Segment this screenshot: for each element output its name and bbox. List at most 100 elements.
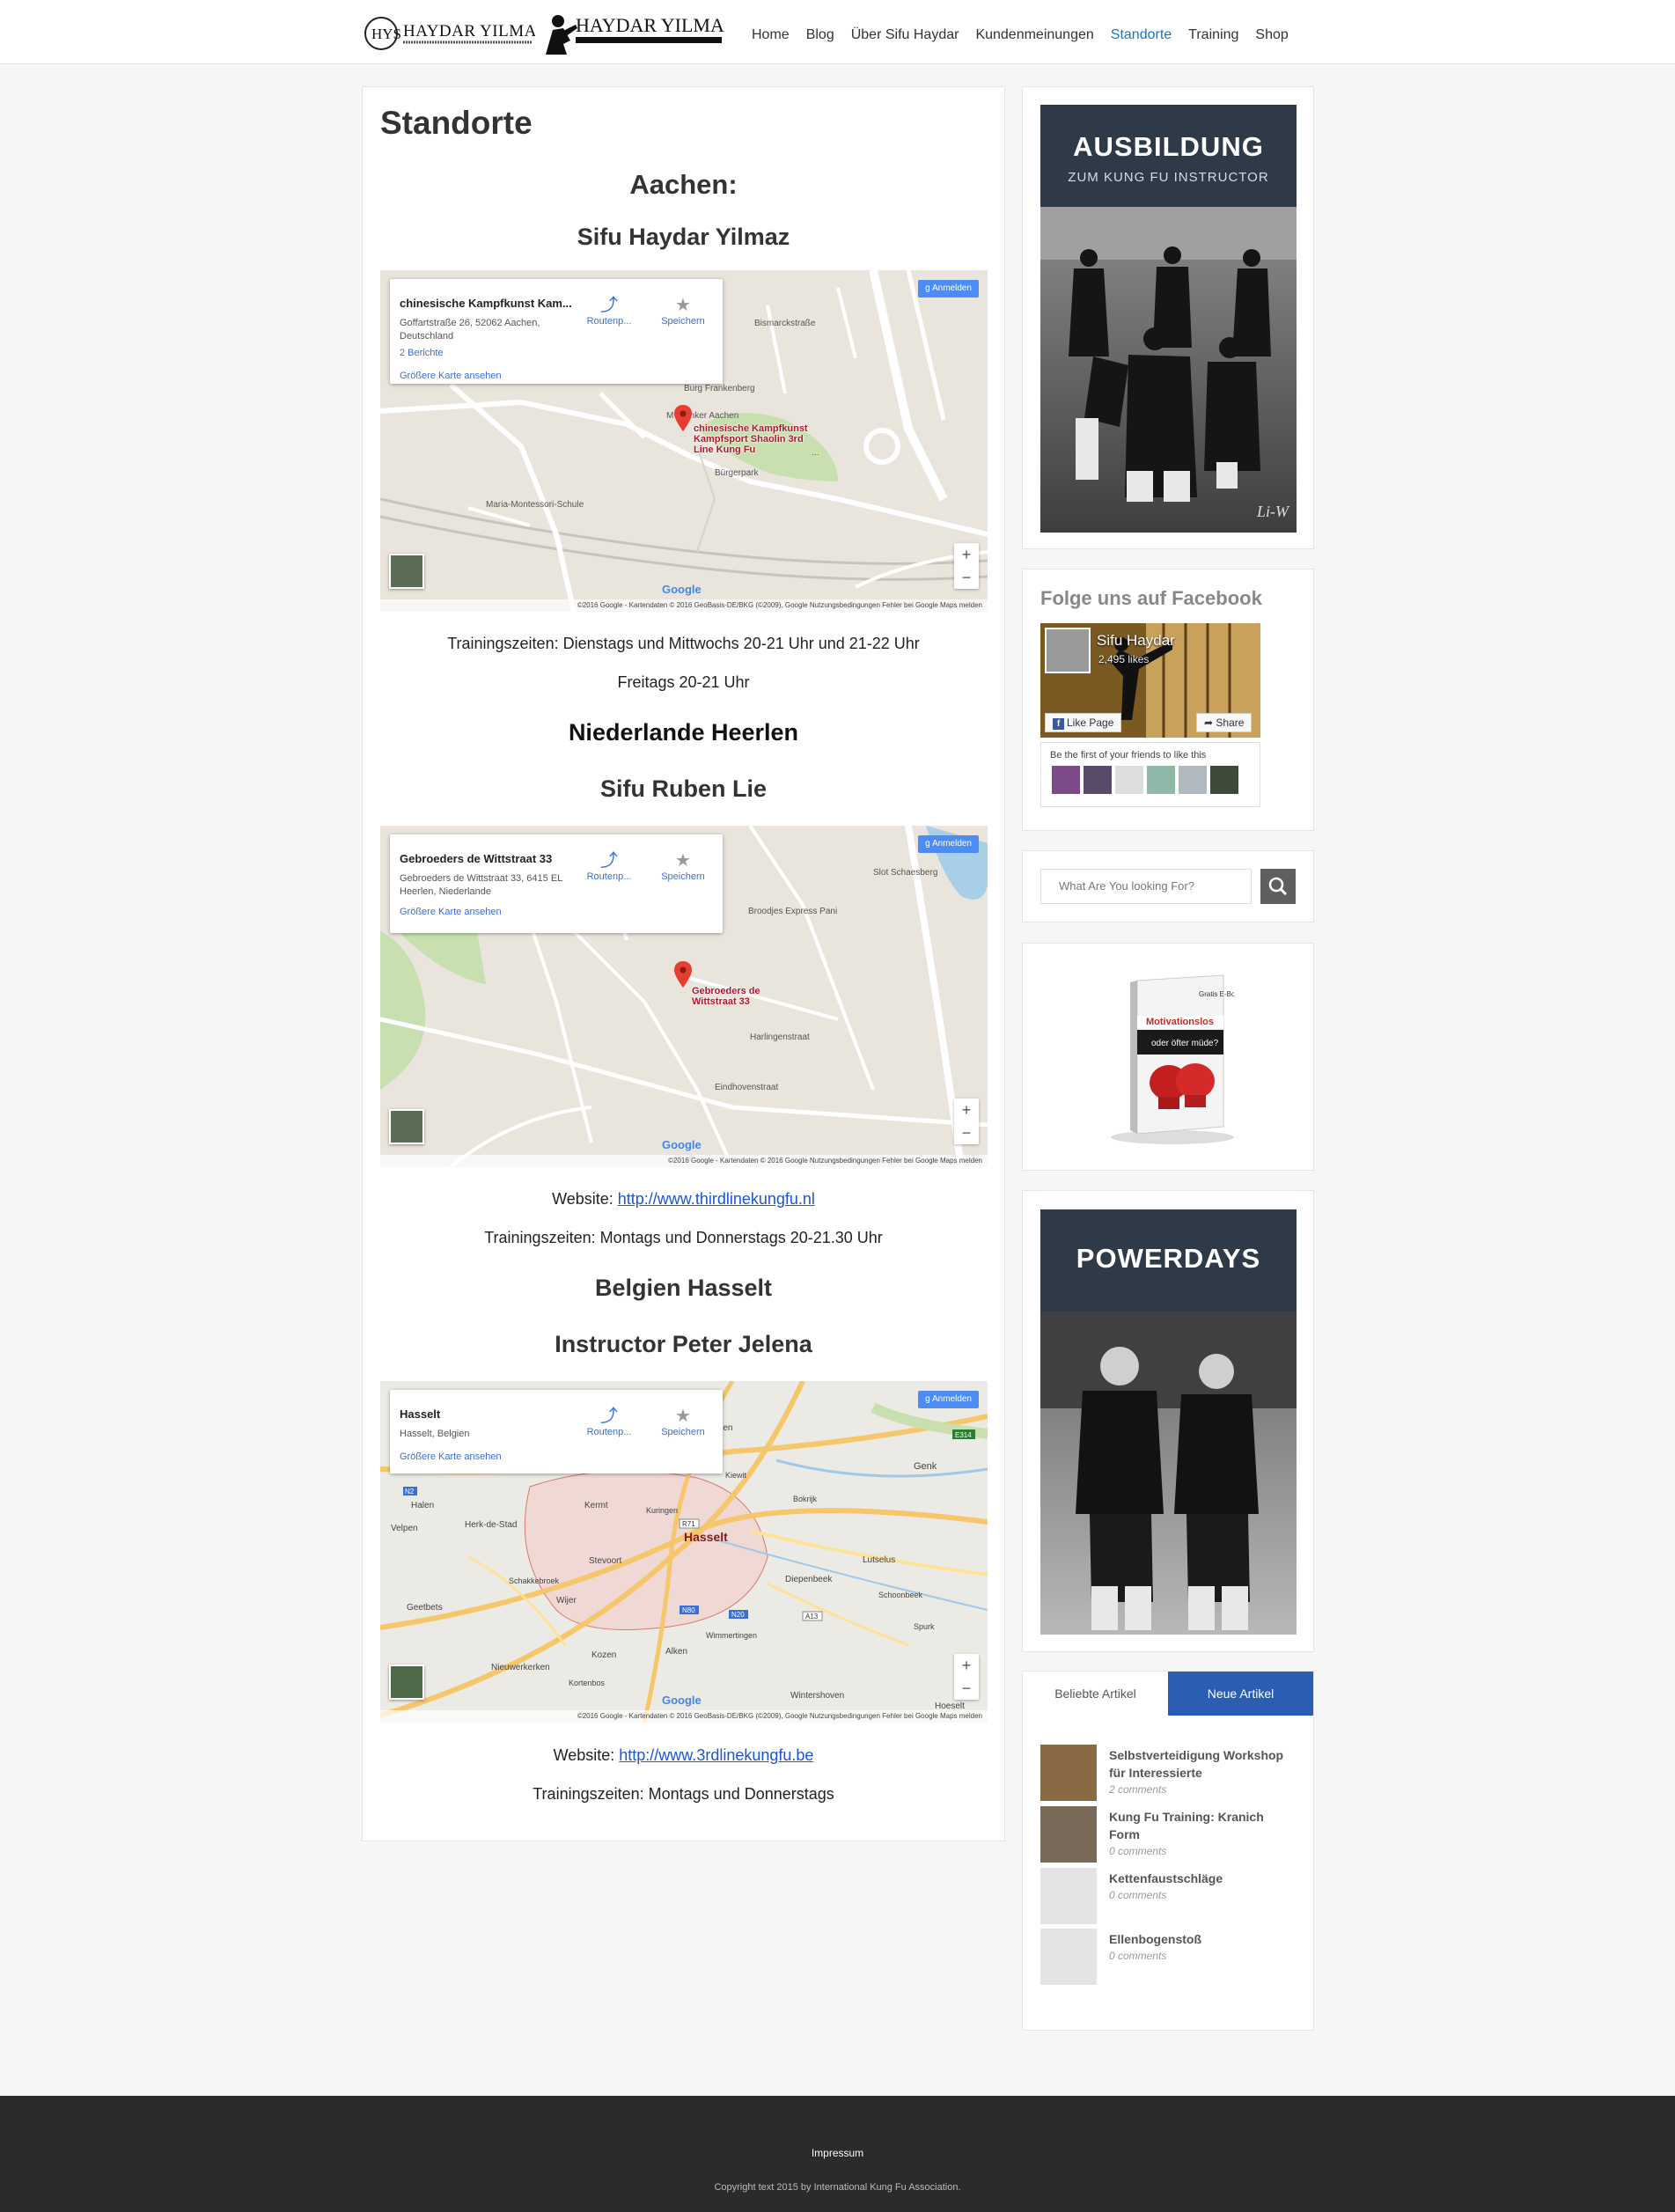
friend-avatar[interactable] <box>1052 766 1080 794</box>
logo-haydar-yilmaz-selbstverteidigung[interactable]: HYS HAYDAR YILMAZ <box>363 11 547 55</box>
post-title[interactable]: Selbstverteidigung Workshop für Interess… <box>1109 1746 1294 1782</box>
ebook-cover[interactable]: Gratis E-Book Motivationslos oder öfter … <box>1111 970 1244 1146</box>
nav-training[interactable]: Training <box>1188 27 1238 43</box>
facebook-likes-count: 2,495 likes <box>1098 653 1150 665</box>
map-card-larger-map-link[interactable]: Größere Karte ansehen <box>400 1451 502 1462</box>
website-line-hasselt: Website: http://www.3rdlinekungfu.be <box>363 1746 1004 1765</box>
website-link-heerlen[interactable]: http://www.thirdlinekungfu.nl <box>618 1190 815 1208</box>
map-save-button[interactable]: ★ Speichern <box>657 295 709 327</box>
star-icon: ★ <box>675 851 691 871</box>
friend-avatar[interactable] <box>1210 766 1238 794</box>
map-info-card: chinesische Kampfkunst Kam... Goffartstr… <box>390 279 723 384</box>
zoom-out-icon[interactable]: − <box>954 1121 979 1144</box>
map-card-larger-map-link[interactable]: Größere Karte ansehen <box>400 907 502 917</box>
friend-avatar[interactable] <box>1084 766 1112 794</box>
map-signin-label: Anmelden <box>931 839 972 849</box>
tab-new-articles[interactable]: Neue Artikel <box>1168 1672 1313 1716</box>
friend-avatar[interactable] <box>1115 766 1143 794</box>
nav-blog[interactable]: Blog <box>806 27 834 43</box>
post-title[interactable]: Ellenbogenstoß <box>1109 1930 1294 1948</box>
facebook-page-plugin[interactable]: Sifu Haydar 2,495 likes f Like Page ➦ Sha… <box>1040 623 1260 807</box>
map-label-ring: ··· <box>812 450 819 459</box>
map-signin-button[interactable]: g Anmelden <box>918 835 979 853</box>
map-card-reviews-link[interactable]: 2 Berichte <box>400 348 444 358</box>
map-aachen[interactable]: Burg Frankenberg Bürgerpark Maria-Montes… <box>380 270 988 612</box>
post-title[interactable]: Kettenfaustschläge <box>1109 1870 1294 1887</box>
map-label-geetbets: Geetbets <box>407 1603 443 1613</box>
map-satellite-toggle[interactable] <box>389 1665 424 1700</box>
map-route-button[interactable]: ⤴ Routenp... <box>583 1406 635 1437</box>
share-icon: ➦ <box>1204 717 1216 729</box>
map-heerlen[interactable]: Slot Schaesberg Broodjes Express Pani Ha… <box>380 826 988 1167</box>
map-label-wijer: Wijer <box>556 1596 577 1606</box>
nav-home[interactable]: Home <box>752 27 790 43</box>
post-thumbnail[interactable] <box>1040 1929 1097 1985</box>
facebook-share-button[interactable]: ➦ Share <box>1196 713 1253 732</box>
post-thumbnail[interactable] <box>1040 1745 1097 1801</box>
facebook-widget-title: Folge uns auf Facebook <box>1040 587 1262 609</box>
map-hasselt[interactable]: Hasselt Zonhoven Genk Kiewit Bokrijk Hal… <box>380 1381 988 1723</box>
map-label-velpen: Velpen <box>391 1524 418 1533</box>
map-card-larger-map-link[interactable]: Größere Karte ansehen <box>400 371 502 381</box>
map-label-stevoort: Stevoort <box>589 1556 621 1566</box>
friend-avatar[interactable] <box>1147 766 1175 794</box>
map-route-button[interactable]: ⤴ Routenp... <box>583 295 635 327</box>
footer-impressum-link[interactable]: Impressum <box>0 2147 1675 2159</box>
ausbildung-banner[interactable]: AUSBILDUNG ZUM KUNG FU INSTRUCTOR Li-W <box>1040 105 1297 533</box>
map-save-button[interactable]: ★ Speichern <box>657 850 709 882</box>
widget-ausbildung: AUSBILDUNG ZUM KUNG FU INSTRUCTOR Li-W <box>1022 86 1314 549</box>
zoom-out-icon[interactable]: − <box>954 1677 979 1700</box>
list-item[interactable]: Ellenbogenstoß 0 comments <box>1040 1929 1304 1985</box>
map-save-button[interactable]: ★ Speichern <box>657 1406 709 1437</box>
post-comments: 0 comments <box>1109 1845 1167 1857</box>
search-button[interactable] <box>1260 869 1296 904</box>
map-signin-button[interactable]: g Anmelden <box>918 280 979 298</box>
map-satellite-toggle[interactable] <box>389 1109 424 1144</box>
map-signin-button[interactable]: g Anmelden <box>918 1391 979 1408</box>
zoom-in-icon[interactable]: + <box>954 1099 979 1121</box>
facebook-f-icon: f <box>1053 718 1064 730</box>
google-logo: Google <box>662 583 702 596</box>
logo-haydar-yilmaz-kampfkunst[interactable]: HAYDAR YILMAZ <box>540 5 736 56</box>
nav-standorte[interactable]: Standorte <box>1111 27 1172 43</box>
website-link-hasselt[interactable]: http://www.3rdlinekungfu.be <box>619 1746 813 1764</box>
training-times-aachen-fri: Freitags 20-21 Uhr <box>617 673 750 691</box>
powerdays-banner-head: POWERDAYS <box>1040 1209 1297 1312</box>
nav-kundenmeinungen[interactable]: Kundenmeinungen <box>975 27 1093 43</box>
map-label-schoonbeek: Schoonbeek <box>878 1591 923 1599</box>
zoom-out-icon[interactable]: − <box>954 566 979 589</box>
post-thumbnail[interactable] <box>1040 1868 1097 1924</box>
map-pin-icon[interactable] <box>674 961 692 988</box>
map-satellite-toggle[interactable] <box>389 554 424 589</box>
map-label-buergerpark: Bürgerpark <box>715 468 759 478</box>
map-pin-icon[interactable] <box>674 405 692 431</box>
website-prefix: Website: <box>552 1190 618 1208</box>
list-item[interactable]: Kung Fu Training: Kranich Form 0 comment… <box>1040 1806 1304 1863</box>
photo-signature: Li-W <box>1256 503 1290 520</box>
facebook-cover: Sifu Haydar 2,495 likes f Like Page ➦ Sha… <box>1040 623 1260 738</box>
list-item[interactable]: Kettenfaustschläge 0 comments <box>1040 1868 1304 1924</box>
facebook-friends-box: Be the first of your friends to like thi… <box>1040 742 1260 807</box>
map-route-button[interactable]: ⤴ Routenp... <box>583 850 635 882</box>
nav-ueber-sifu-haydar[interactable]: Über Sifu Haydar <box>851 27 959 43</box>
zoom-in-icon[interactable]: + <box>954 543 979 566</box>
friend-avatar[interactable] <box>1179 766 1207 794</box>
map-info-card: Hasselt Hasselt, Belgien Größere Karte a… <box>390 1390 723 1473</box>
nav-shop[interactable]: Shop <box>1255 27 1288 43</box>
post-title[interactable]: Kung Fu Training: Kranich Form <box>1109 1808 1294 1843</box>
website-prefix: Website: <box>553 1746 620 1764</box>
post-thumbnail[interactable] <box>1040 1806 1097 1863</box>
zoom-in-icon[interactable]: + <box>954 1654 979 1677</box>
facebook-like-button[interactable]: f Like Page <box>1045 713 1122 732</box>
powerdays-banner[interactable]: POWERDAYS <box>1040 1209 1297 1635</box>
list-item[interactable]: Selbstverteidigung Workshop für Interess… <box>1040 1745 1304 1801</box>
tab-popular-articles[interactable]: Beliebte Artikel <box>1023 1672 1168 1716</box>
map-label-spurk: Spurk <box>914 1622 935 1631</box>
star-icon: ★ <box>675 296 691 315</box>
map-city-label: Hasselt <box>684 1530 728 1544</box>
ebook-tag: Gratis E-Book <box>1199 990 1234 998</box>
map-signin-label: Anmelden <box>931 283 972 293</box>
map-card-address: Gebroeders de Wittstraat 33, 6415 EL Hee… <box>400 873 562 897</box>
search-input[interactable]: What Are You looking For? <box>1040 869 1252 904</box>
map-road-n20: N20 <box>731 1611 745 1619</box>
